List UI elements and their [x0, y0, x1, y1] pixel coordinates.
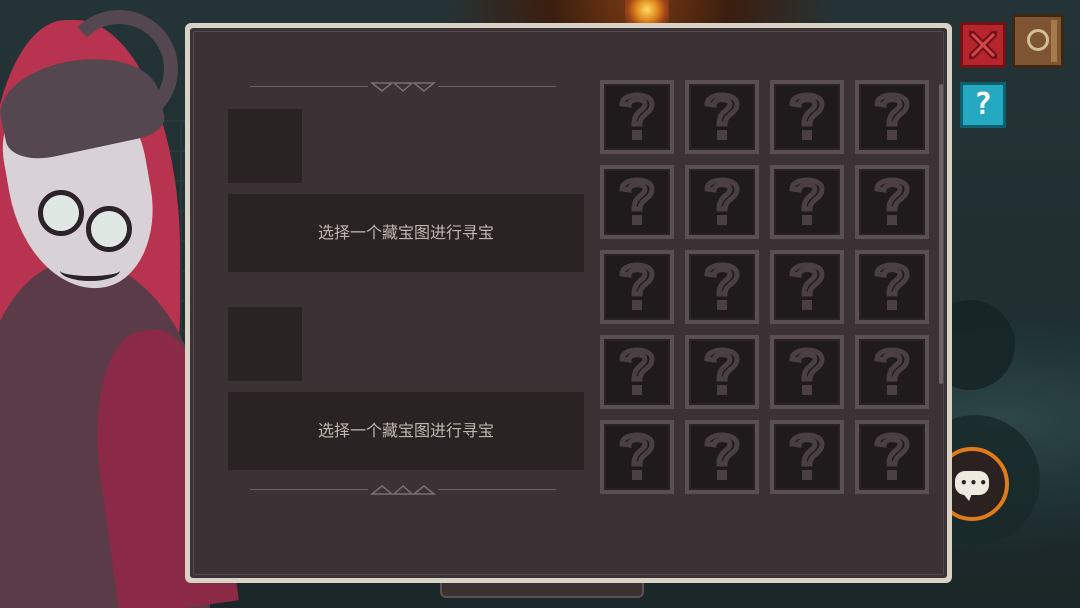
map-cell-9[interactable]	[600, 250, 674, 324]
treasure-map-panel: 选择一个藏宝图进行寻宝 选择一个藏宝图进行寻宝	[185, 23, 952, 583]
map-cell-13[interactable]	[600, 335, 674, 409]
journal-button[interactable]	[1012, 14, 1064, 68]
map-cell-4[interactable]	[855, 80, 929, 154]
map-cell-16[interactable]	[855, 335, 929, 409]
map-cell-8[interactable]	[855, 165, 929, 239]
close-x-icon	[969, 31, 997, 59]
map-cell-5[interactable]	[600, 165, 674, 239]
bottom-divider	[250, 483, 556, 497]
map-cell-20[interactable]	[855, 420, 929, 494]
help-button[interactable]: ?	[960, 82, 1006, 128]
clock-icon	[1027, 29, 1049, 51]
map-cell-2[interactable]	[685, 80, 759, 154]
book-spine	[1051, 20, 1057, 62]
ornament-icon	[369, 484, 437, 495]
close-button[interactable]	[960, 22, 1006, 68]
map-cell-1[interactable]	[600, 80, 674, 154]
map-cell-15[interactable]	[770, 335, 844, 409]
map-cell-11[interactable]	[770, 250, 844, 324]
select-map-button-1[interactable]: 选择一个藏宝图进行寻宝	[228, 194, 584, 272]
select-map-button-2[interactable]: 选择一个藏宝图进行寻宝	[228, 392, 584, 470]
map-cell-19[interactable]	[770, 420, 844, 494]
map-cell-7[interactable]	[770, 165, 844, 239]
treasure-map-grid	[600, 80, 936, 505]
map-cell-10[interactable]	[685, 250, 759, 324]
map-cell-3[interactable]	[770, 80, 844, 154]
map-cell-6[interactable]	[685, 165, 759, 239]
select-map-label: 选择一个藏宝图进行寻宝	[317, 223, 494, 242]
map-cell-14[interactable]	[685, 335, 759, 409]
torch-light	[625, 0, 669, 24]
ornament-icon	[369, 82, 437, 93]
grid-scrollbar[interactable]	[939, 84, 943, 384]
map-cell-12[interactable]	[855, 250, 929, 324]
help-icon: ?	[973, 87, 993, 122]
map-cell-17[interactable]	[600, 420, 674, 494]
map-slot-2-image[interactable]	[228, 307, 302, 381]
map-slot-1-image[interactable]	[228, 109, 302, 183]
select-map-label: 选择一个藏宝图进行寻宝	[317, 421, 494, 440]
panel-body: 选择一个藏宝图进行寻宝 选择一个藏宝图进行寻宝	[190, 28, 947, 578]
map-cell-18[interactable]	[685, 420, 759, 494]
top-divider	[250, 80, 556, 94]
